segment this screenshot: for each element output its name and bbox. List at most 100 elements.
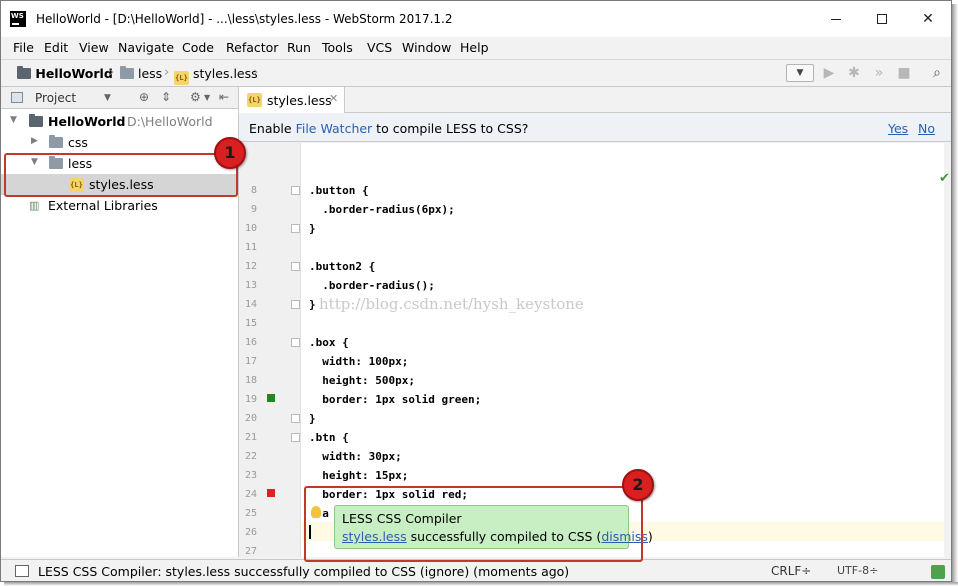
- navigation-bar: HelloWorld › less › {L} styles.less › ▼ …: [1, 59, 951, 87]
- code-line[interactable]: width: 30px;: [309, 450, 401, 463]
- project-view-selector[interactable]: Project: [35, 91, 76, 105]
- fold-marker-icon[interactable]: [291, 224, 300, 233]
- fold-marker-icon[interactable]: [291, 414, 300, 423]
- collapse-all-icon[interactable]: ⇕: [161, 90, 171, 104]
- code-line[interactable]: width: 100px;: [309, 355, 408, 368]
- file-watcher-prompt: Enable File Watcher to compile LESS to C…: [249, 121, 529, 136]
- stop-icon[interactable]: ■: [896, 65, 912, 81]
- close-icon: ✕: [922, 11, 934, 27]
- yes-link[interactable]: Yes: [888, 121, 908, 136]
- collapse-arrow-icon[interactable]: ▶: [31, 136, 41, 146]
- annotation-callout-2: 2: [622, 469, 654, 501]
- code-line[interactable]: .border-radius();: [309, 279, 435, 292]
- tree-item-helloworld[interactable]: ▼ HelloWorld D:\HelloWorld: [1, 111, 237, 132]
- less-file-icon: {L}: [174, 71, 189, 85]
- run-icon[interactable]: ▶: [821, 65, 837, 81]
- code-line[interactable]: }: [309, 298, 316, 311]
- close-button[interactable]: ✕: [905, 1, 951, 37]
- code-line[interactable]: height: 500px;: [309, 374, 415, 387]
- menu-tools[interactable]: Tools: [322, 40, 353, 55]
- menu-help[interactable]: Help: [460, 40, 489, 55]
- menu-run[interactable]: Run: [287, 40, 311, 55]
- fold-marker-icon[interactable]: [291, 300, 300, 309]
- minimize-button[interactable]: [813, 1, 859, 37]
- menu-vcs[interactable]: VCS: [367, 40, 392, 55]
- inspection-ok-icon: ✔: [939, 171, 950, 186]
- line-number: 13: [244, 280, 257, 291]
- annotation-box-2: [304, 486, 643, 562]
- code-line[interactable]: .button2 {: [309, 260, 375, 273]
- line-number: 16: [244, 337, 257, 348]
- code-line[interactable]: }: [309, 412, 316, 425]
- chevron-down-icon[interactable]: ▼: [104, 93, 111, 103]
- line-number: 27: [244, 546, 257, 557]
- line-number: 14: [244, 299, 257, 310]
- folder-icon: [120, 66, 134, 79]
- line-number: 22: [244, 451, 257, 462]
- line-separator-selector[interactable]: CRLF÷: [771, 564, 811, 578]
- line-number: 12: [244, 261, 257, 272]
- breadcrumb-separator-icon: ›: [253, 65, 259, 80]
- code-line[interactable]: .border-radius(6px);: [309, 203, 454, 216]
- breadcrumb-file[interactable]: {L} styles.less: [174, 66, 258, 85]
- line-number: 24: [244, 489, 257, 500]
- code-line[interactable]: height: 15px;: [309, 469, 408, 482]
- menu-bar: File Edit View Navigate Code Refactor Ru…: [1, 37, 951, 59]
- close-tab-icon[interactable]: ✕: [329, 92, 338, 105]
- tree-item-css[interactable]: ▶ css: [1, 132, 237, 153]
- run-configuration-dropdown[interactable]: ▼: [786, 64, 814, 82]
- project-folder-icon: [17, 66, 31, 79]
- code-line[interactable]: .box {: [309, 336, 349, 349]
- no-link[interactable]: No: [918, 121, 935, 136]
- code-line[interactable]: .button {: [309, 184, 369, 197]
- color-swatch-red: [267, 489, 275, 497]
- line-number: 20: [244, 413, 257, 424]
- menu-refactor[interactable]: Refactor: [226, 40, 278, 55]
- window-title: HelloWorld - [D:\HelloWorld] - ...\less\…: [36, 12, 453, 26]
- fold-marker-icon[interactable]: [291, 186, 300, 195]
- menu-window[interactable]: Window: [402, 40, 451, 55]
- line-number: 23: [244, 470, 257, 481]
- encoding-selector[interactable]: UTF-8÷: [837, 564, 878, 577]
- status-message[interactable]: LESS CSS Compiler: styles.less successfu…: [38, 564, 569, 579]
- line-number: 19: [244, 394, 257, 405]
- code-line[interactable]: }: [309, 222, 316, 235]
- status-bar: LESS CSS Compiler: styles.less successfu…: [1, 559, 951, 581]
- line-number: 8: [250, 185, 257, 196]
- scroll-from-source-icon[interactable]: ⊕: [139, 90, 149, 104]
- window-shadow: [4, 582, 958, 586]
- fold-marker-icon[interactable]: [291, 433, 300, 442]
- library-icon: ▥: [29, 199, 40, 212]
- menu-view[interactable]: View: [79, 40, 109, 55]
- expand-arrow-icon[interactable]: ▼: [10, 115, 20, 125]
- line-number: 21: [244, 432, 257, 443]
- line-number: 17: [244, 356, 257, 367]
- search-icon[interactable]: ⌕: [929, 65, 945, 81]
- tool-window-toggle-icon[interactable]: [15, 565, 29, 577]
- menu-edit[interactable]: Edit: [44, 40, 68, 55]
- fold-marker-icon[interactable]: [291, 262, 300, 271]
- hide-panel-icon[interactable]: ⇤: [219, 90, 229, 104]
- gear-icon[interactable]: ⚙: [190, 90, 201, 104]
- fold-marker-icon[interactable]: [291, 338, 300, 347]
- tab-styles-less[interactable]: {L} styles.less ✕: [239, 87, 345, 113]
- project-panel-header: Project ▼ ⊕ ⇕ ⚙ ▼ ⇤: [1, 87, 238, 109]
- title-bar: WS HelloWorld - [D:\HelloWorld] - ...\le…: [1, 1, 951, 37]
- webstorm-app-icon: WS: [10, 11, 26, 27]
- code-line[interactable]: .btn {: [309, 431, 349, 444]
- menu-file[interactable]: File: [13, 40, 34, 55]
- code-line[interactable]: border: 1px solid green;: [309, 393, 481, 406]
- event-log-icon[interactable]: [931, 565, 945, 579]
- file-watcher-link[interactable]: File Watcher: [296, 121, 373, 136]
- menu-navigate[interactable]: Navigate: [118, 40, 174, 55]
- coverage-icon[interactable]: »: [871, 65, 887, 81]
- window-shadow: [952, 4, 958, 584]
- debug-icon[interactable]: ✱: [846, 65, 862, 81]
- breadcrumb-less[interactable]: less: [120, 66, 162, 81]
- tree-item-external-libraries[interactable]: ▥ External Libraries: [1, 195, 237, 216]
- menu-code[interactable]: Code: [182, 40, 214, 55]
- breadcrumb-project[interactable]: HelloWorld: [17, 66, 113, 81]
- breadcrumb-separator-icon: ›: [109, 65, 115, 80]
- maximize-button[interactable]: [859, 1, 905, 37]
- chevron-down-icon[interactable]: ▼: [204, 93, 210, 102]
